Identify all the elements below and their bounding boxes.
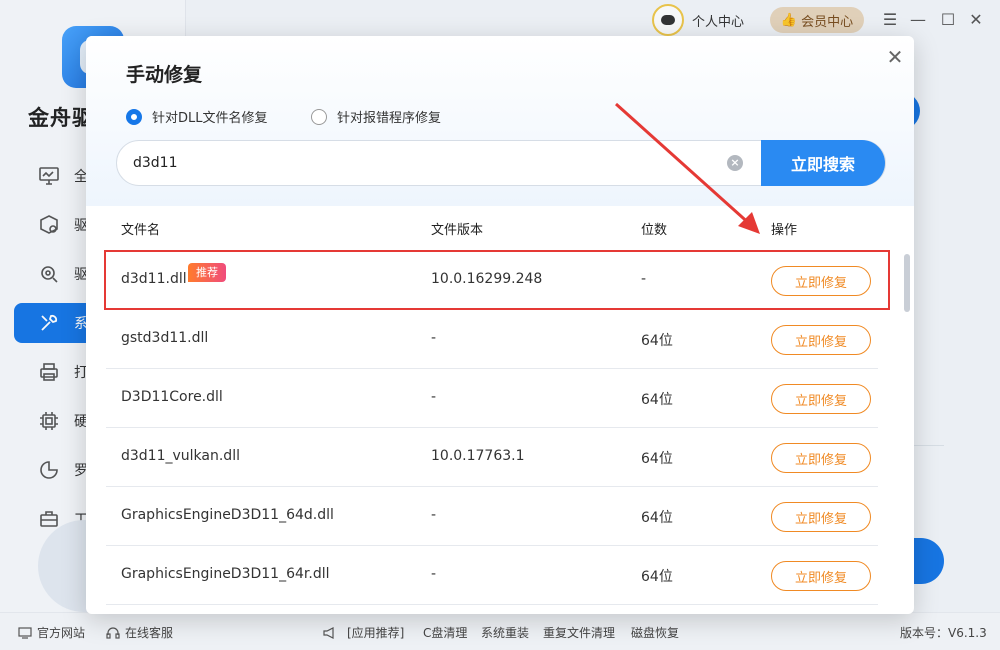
table-row: gstd3d11.dll - 64位 立即修复 — [106, 310, 878, 369]
online-service-label: 在线客服 — [125, 626, 174, 640]
cell-bits: 64位 — [641, 392, 673, 408]
repair-button[interactable]: 立即修复 — [771, 561, 871, 591]
radio-checked-icon[interactable] — [126, 108, 142, 125]
status-bar: 官方网站 在线客服 [应用推荐] C盘清理 系统重装 重复文件清理 磁盘恢复 版… — [0, 612, 1000, 650]
repair-button[interactable]: 立即修复 — [771, 443, 871, 473]
column-version: 文件版本 — [431, 223, 484, 238]
table-row: d3d11_vulkan.dll 10.0.17763.1 64位 立即修复 — [106, 428, 878, 487]
c-drive-clean-link[interactable]: C盘清理 — [423, 624, 467, 641]
version-label: 版本号：V6.1.3 — [900, 626, 987, 640]
cell-version: - — [431, 507, 437, 523]
official-site-link[interactable]: 官方网站 — [18, 624, 85, 641]
close-icon[interactable]: ✕ — [884, 45, 906, 69]
duplicate-clean-link[interactable]: 重复文件清理 — [543, 624, 615, 641]
table-row: GraphicsEngineD3D11_64d.dll - 64位 立即修复 — [106, 487, 878, 546]
cell-bits: 64位 — [641, 510, 673, 526]
search-button[interactable]: 立即搜索 — [761, 140, 885, 186]
cell-version: 10.0.17763.1 — [431, 448, 525, 464]
disk-recovery-link[interactable]: 磁盘恢复 — [631, 624, 679, 641]
repair-button[interactable]: 立即修复 — [771, 384, 871, 414]
cell-filename: GraphicsEngineD3D11_64d.dll — [121, 507, 334, 523]
radio-unchecked-icon[interactable] — [311, 108, 327, 125]
headset-icon — [106, 626, 120, 639]
radio-error-option[interactable]: 针对报错程序修复 — [311, 107, 441, 126]
column-filename: 文件名 — [121, 223, 161, 238]
cell-version: - — [431, 330, 437, 346]
clear-icon[interactable]: × — [727, 155, 743, 171]
monitor-icon — [18, 626, 32, 639]
cell-bits: 64位 — [641, 451, 673, 467]
megaphone-icon — [323, 626, 334, 639]
cell-version: - — [431, 389, 437, 405]
search-input[interactable] — [133, 141, 723, 185]
cell-version: - — [431, 566, 437, 582]
cell-filename: D3D11Core.dll — [121, 389, 223, 405]
repair-button[interactable]: 立即修复 — [771, 325, 871, 355]
highlight-box — [104, 250, 890, 310]
scrollbar[interactable] — [904, 254, 910, 312]
system-reinstall-link[interactable]: 系统重装 — [481, 624, 529, 641]
radio-error-label: 针对报错程序修复 — [337, 111, 442, 126]
radio-dll-label: 针对DLL文件名修复 — [152, 111, 268, 126]
column-bits: 位数 — [641, 223, 668, 238]
online-service-link[interactable]: 在线客服 — [106, 624, 173, 641]
recommend-label: [应用推荐] — [347, 626, 405, 640]
recommend-section: [应用推荐] — [322, 624, 404, 641]
cell-filename: d3d11_vulkan.dll — [121, 448, 240, 464]
dialog-title: 手动修复 — [126, 64, 203, 86]
radio-dll-option[interactable]: 针对DLL文件名修复 — [126, 107, 268, 126]
cell-bits: 64位 — [641, 569, 673, 585]
official-site-label: 官方网站 — [37, 626, 86, 640]
cell-filename: gstd3d11.dll — [121, 330, 209, 346]
repair-button[interactable]: 立即修复 — [771, 502, 871, 532]
table-row: GraphicsEngineD3D11_64r.dll - 64位 立即修复 — [106, 546, 878, 605]
table-row: D3D11Core.dll - 64位 立即修复 — [106, 369, 878, 428]
table-header: 文件名 文件版本 位数 操作 — [86, 206, 914, 250]
cell-bits: 64位 — [641, 333, 673, 349]
manual-repair-dialog: 手动修复 ✕ 针对DLL文件名修复 针对报错程序修复 × 立即搜索 文件名 文件… — [86, 36, 914, 614]
column-action: 操作 — [771, 223, 798, 238]
cell-filename: GraphicsEngineD3D11_64r.dll — [121, 566, 330, 582]
